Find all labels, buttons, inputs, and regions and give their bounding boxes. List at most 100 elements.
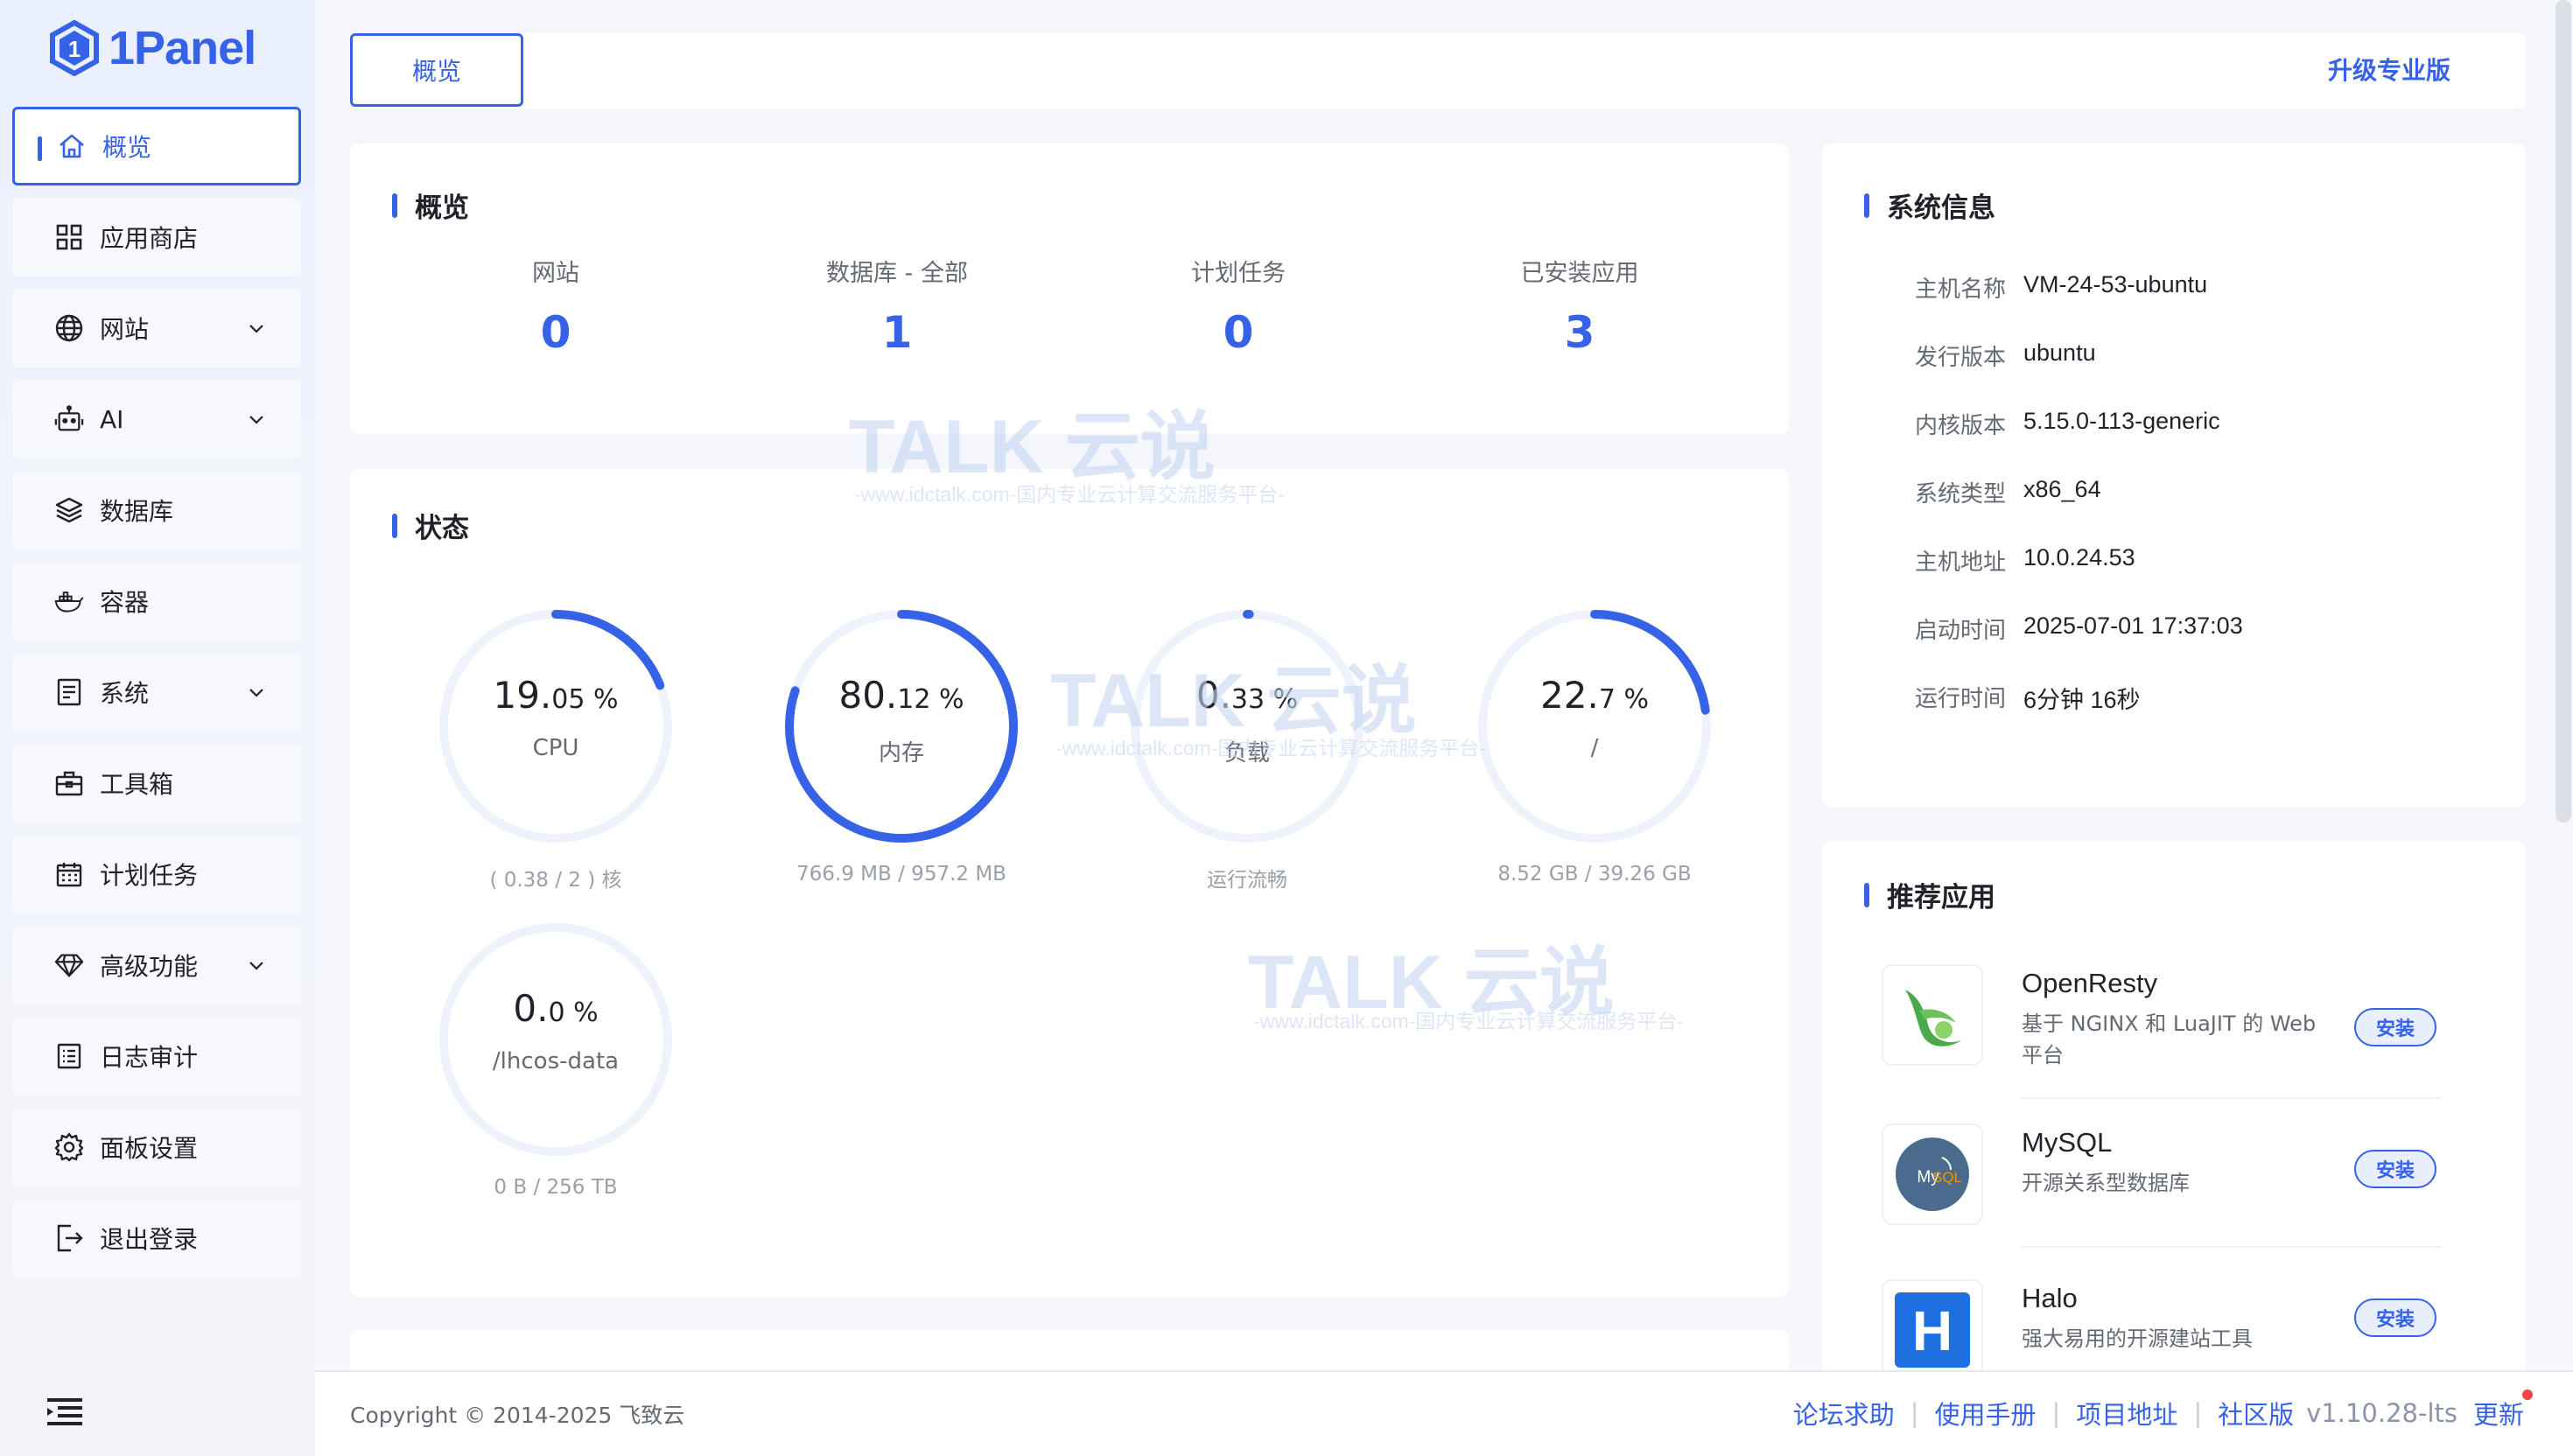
stat-value[interactable]: 3 (1457, 307, 1702, 358)
gauge-load[interactable]: 0.33 % 负载 (1125, 604, 1370, 849)
gauge-label: / (1590, 735, 1599, 761)
gauge-label: 内存 (878, 740, 924, 766)
app-mysql[interactable]: My SQL MySQL 开源关系型数据库 安装 (1882, 1124, 2442, 1272)
app-description: 强大易用的开源建站工具 (2022, 1326, 2253, 1351)
stat-value[interactable]: 1 (775, 307, 1020, 358)
app-name: Halo (2022, 1283, 2078, 1313)
robot-icon (54, 404, 84, 434)
sidebar-item-overview[interactable]: 概览 (12, 107, 301, 186)
gauge-detail: 8.52 GB / 39.26 GB (1497, 863, 1692, 886)
install-button[interactable]: 安装 (2354, 1298, 2436, 1337)
divider (2022, 1097, 2442, 1099)
chevron-down-icon[interactable] (247, 410, 266, 429)
svg-text:H: H (1912, 1299, 1953, 1362)
update-link[interactable]: 更新 (2472, 1390, 2533, 1432)
chevron-down-icon[interactable] (247, 956, 266, 975)
recommended-apps-card: 推荐应用 OpenResty 基于 NGINX 和 LuaJIT 的 Web 平… (1822, 842, 2526, 1402)
gauge-disk-root[interactable]: 22.7 % / (1472, 604, 1717, 849)
upgrade-pro-link[interactable]: 升级专业版 (2328, 33, 2450, 108)
sidebar-item-logout[interactable]: 退出登录 (12, 1199, 301, 1278)
active-indicator (38, 136, 42, 161)
link-project[interactable]: 项目地址 (2076, 1395, 2177, 1432)
stat-databases[interactable]: 数据库 - 全部 1 (775, 254, 1020, 358)
title-bar (392, 513, 397, 538)
stat-label: 数据库 - 全部 (826, 260, 968, 287)
stat-installed-apps[interactable]: 已安装应用 3 (1457, 254, 1702, 358)
gauge-value: 80.12 % (838, 674, 964, 717)
mysql-icon: My SQL (1882, 1124, 1983, 1225)
tab-overview[interactable]: 概览 (350, 33, 523, 107)
system-info-card: 系统信息 主机名称 VM-24-53-ubuntu 发行版本 ubuntu 内核版本… (1822, 144, 2526, 807)
link-manual[interactable]: 使用手册 (1935, 1395, 2037, 1432)
app-name: MySQL (2022, 1127, 2113, 1158)
log-icon (54, 1041, 84, 1071)
update-badge (2522, 1390, 2533, 1400)
sidebar-item-settings[interactable]: 面板设置 (12, 1108, 301, 1186)
gauge-cpu[interactable]: 19.05 % CPU (433, 604, 678, 849)
sidebar-item-container[interactable]: 容器 (12, 562, 301, 640)
gauge-value: 19.05 % (493, 674, 619, 717)
svg-text:SQL: SQL (1932, 1169, 1962, 1186)
info-value: 10.0.24.53 (2023, 544, 2135, 570)
card-title-text: 系统信息 (1887, 192, 1995, 224)
stat-value[interactable]: 0 (1116, 307, 1361, 358)
sidebar-item-cron[interactable]: 计划任务 (12, 835, 301, 914)
stat-cron-jobs[interactable]: 计划任务 0 (1116, 254, 1361, 358)
sidebar-item-toolbox[interactable]: 工具箱 (12, 744, 301, 822)
svg-text:1: 1 (68, 36, 81, 62)
info-key: 内核版本 (1914, 413, 2006, 439)
gauge-value-decimal: 12 % (897, 684, 964, 715)
gauge-label: CPU (532, 735, 579, 761)
title-bar (1864, 882, 1869, 907)
app-name: OpenResty (2022, 968, 2158, 998)
docker-icon (54, 586, 84, 616)
gear-icon (54, 1132, 84, 1162)
card-title: 概览 (392, 186, 469, 225)
gauge-value: 22.7 % (1540, 674, 1649, 717)
update-label: 更新 (2472, 1400, 2524, 1430)
info-value: 6分钟 16秒 (2023, 687, 2141, 713)
gauge-value-decimal: 05 % (551, 684, 619, 715)
stat-value[interactable]: 0 (433, 307, 678, 358)
sidebar-item-app-store[interactable]: 应用商店 (12, 198, 301, 276)
sidebar-item-label: AI (100, 404, 124, 434)
gauge-disk-data[interactable]: 0.0 % /lhcos-data (433, 917, 678, 1162)
sidebar-item-system[interactable]: 系统 (12, 653, 301, 732)
scrollbar[interactable] (2555, 0, 2571, 822)
link-forum[interactable]: 论坛求助 (1793, 1395, 1895, 1432)
brand-name: 1Panel (109, 22, 256, 74)
info-key: 主机名称 (1914, 276, 2006, 303)
sidebar-item-label: 数据库 (100, 497, 174, 526)
document-icon (54, 677, 84, 707)
sidebar-item-logs[interactable]: 日志审计 (12, 1017, 301, 1096)
card-title-text: 推荐应用 (1887, 882, 1995, 914)
sidebar-item-website[interactable]: 网站 (12, 289, 301, 368)
app-openresty[interactable]: OpenResty 基于 NGINX 和 LuaJIT 的 Web 平台 安装 (1882, 964, 2442, 1113)
sidebar-item-advanced[interactable]: 高级功能 (12, 926, 301, 1004)
gauge-detail: 运行流畅 (1207, 869, 1287, 892)
home-icon (57, 131, 87, 161)
card-title: 状态 (392, 506, 469, 545)
status-card: 状态 19.05 % CPU ( 0.38 / 2 ) 核 80.12 % 内存 7… (350, 469, 1789, 1297)
chevron-down-icon[interactable] (247, 318, 266, 338)
menu-collapse-icon[interactable] (46, 1396, 84, 1426)
gauge-value-decimal: 7 % (1598, 684, 1649, 715)
sidebar-item-label: 应用商店 (100, 224, 199, 253)
top-bar: 概览 升级专业版 (350, 33, 2526, 108)
install-button[interactable]: 安装 (2354, 1150, 2436, 1188)
sidebar-item-database[interactable]: 数据库 (12, 471, 301, 550)
stat-websites[interactable]: 网站 0 (433, 254, 678, 358)
sidebar-item-ai[interactable]: AI (12, 380, 301, 458)
install-button[interactable]: 安装 (2354, 1008, 2436, 1046)
gauge-ring (1131, 610, 1364, 843)
card-title-text: 概览 (415, 192, 469, 224)
sidebar-item-label: 系统 (100, 679, 150, 708)
link-edition[interactable]: 社区版 (2218, 1395, 2294, 1432)
chevron-down-icon[interactable] (247, 682, 266, 702)
logo[interactable]: 1 1Panel (49, 18, 256, 79)
gauge-memory[interactable]: 80.12 % 内存 (779, 604, 1024, 849)
openresty-icon (1882, 964, 1983, 1066)
info-key: 主机地址 (1914, 550, 2006, 576)
version-label: v1.10.28-lts (2306, 1398, 2457, 1428)
info-value: ubuntu (2023, 340, 2096, 366)
